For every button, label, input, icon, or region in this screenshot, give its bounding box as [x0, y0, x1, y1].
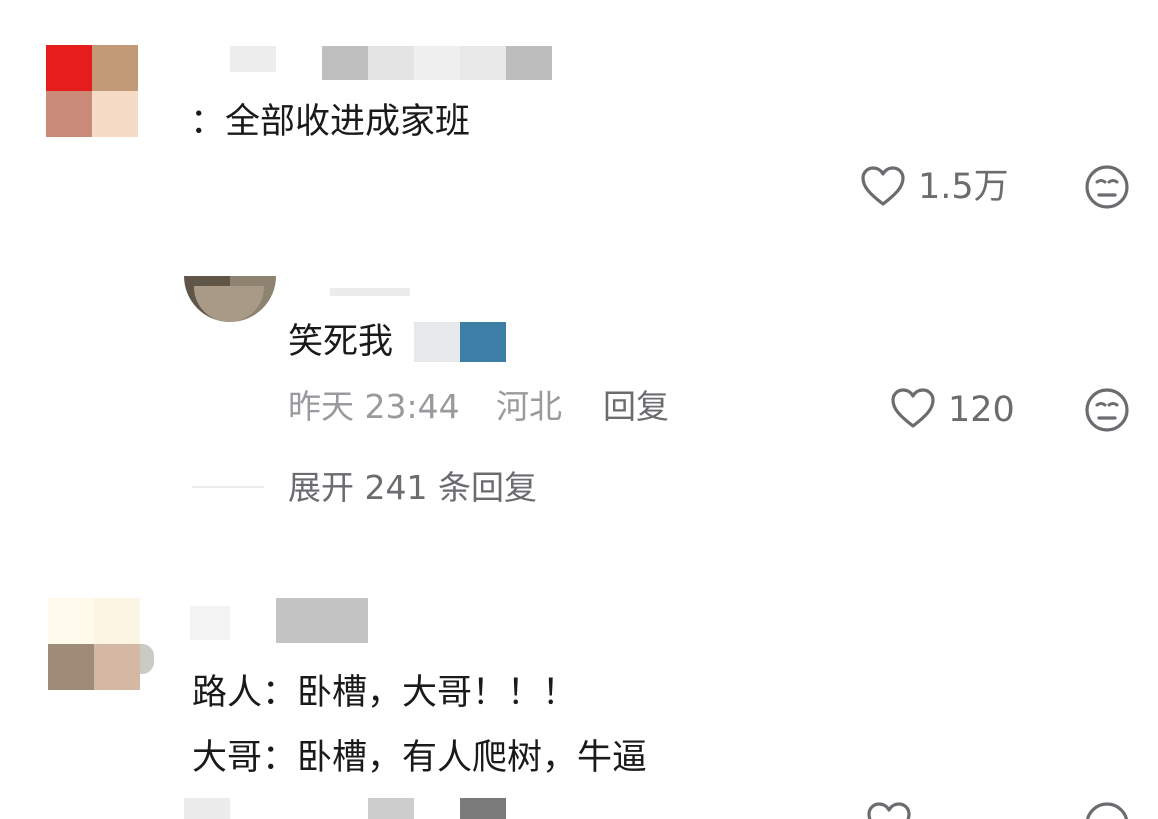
expand-replies-button[interactable]: 展开 241 条回复	[288, 468, 537, 508]
username-blurred	[414, 46, 460, 80]
meta-blurred	[368, 798, 414, 819]
username-blurred	[506, 46, 552, 80]
emoji-blurred	[414, 322, 460, 362]
username-blurred	[276, 598, 368, 643]
username-blurred[interactable]	[330, 288, 410, 296]
neutral-face-icon[interactable]	[1083, 163, 1131, 211]
comment-text: 笑死我	[288, 322, 394, 362]
like-count: 120	[948, 390, 1015, 430]
heart-outline-icon[interactable]	[890, 386, 936, 432]
username-blurred	[322, 46, 368, 80]
username-blurred	[368, 46, 414, 80]
meta-blurred	[460, 798, 506, 819]
comment-location: 河北	[496, 387, 562, 426]
comment-line: 路人：卧槽，大哥！！！	[192, 673, 578, 713]
username-blurred	[460, 46, 506, 80]
heart-outline-icon[interactable]	[860, 164, 906, 210]
comment-line: 大哥：卧槽，有人爬树，牛逼	[192, 738, 648, 778]
emoji-blurred	[460, 322, 506, 362]
expand-divider	[192, 486, 264, 488]
reply-button[interactable]: 回复	[603, 387, 669, 427]
like-count: 1.5万	[918, 167, 1009, 207]
neutral-face-icon[interactable]	[1083, 800, 1131, 819]
avatar[interactable]	[46, 45, 138, 137]
heart-outline-icon[interactable]	[866, 800, 912, 819]
neutral-face-icon[interactable]	[1083, 386, 1131, 434]
username-blurred[interactable]	[230, 46, 276, 72]
avatar[interactable]	[48, 598, 154, 690]
comment-text: ：全部收进成家班	[190, 102, 471, 142]
meta-blurred	[184, 798, 230, 819]
username-blurred[interactable]	[190, 606, 230, 640]
comment-time: 昨天 23:44	[288, 387, 460, 426]
avatar[interactable]	[184, 276, 276, 322]
